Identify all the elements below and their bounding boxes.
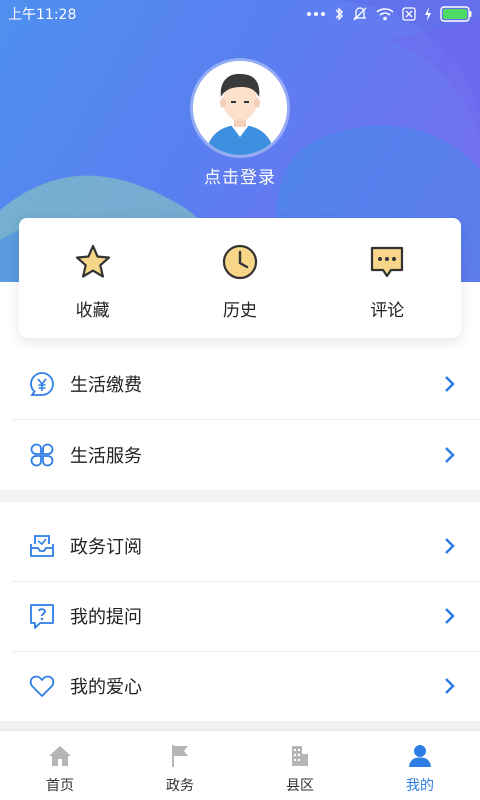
tab-mine[interactable]: 我的 <box>360 731 480 800</box>
clock-icon <box>220 242 260 282</box>
menu-item-gov-subscription[interactable]: 政务订阅 <box>0 510 480 581</box>
clover-service-icon <box>28 441 56 469</box>
comments-label: 评论 <box>370 301 405 321</box>
heart-icon <box>28 672 56 700</box>
question-bubble-icon <box>28 602 56 630</box>
section-gap <box>0 721 480 730</box>
charging-icon <box>424 7 432 21</box>
status-bar: 上午11:28 <box>0 0 480 28</box>
wifi-icon <box>376 7 394 21</box>
favorites-label: 收藏 <box>75 301 110 321</box>
menu-label-life-services: 生活服务 <box>70 445 142 467</box>
history-label: 历史 <box>222 301 257 321</box>
chevron-right-icon <box>445 607 455 624</box>
menu-item-life-payment[interactable]: 生活缴费 <box>0 348 480 419</box>
chevron-right-icon <box>445 375 455 392</box>
menu-label-life-payment: 生活缴费 <box>70 374 142 396</box>
tab-label-mine: 我的 <box>406 778 434 794</box>
avatar[interactable] <box>193 61 287 155</box>
battery-icon <box>440 6 472 22</box>
menu-label-gov-subscription: 政务订阅 <box>70 536 142 558</box>
tab-label-county: 县区 <box>286 778 314 794</box>
mute-icon <box>352 6 368 22</box>
tab-label-government: 政务 <box>166 778 194 794</box>
home-icon <box>47 743 73 769</box>
more-dots-icon <box>306 11 326 17</box>
menu-group-life: 生活缴费 生活服务 <box>0 348 480 490</box>
menu-item-life-services[interactable]: 生活服务 <box>0 419 480 490</box>
chevron-right-icon <box>445 677 455 694</box>
chevron-right-icon <box>445 537 455 554</box>
user-icon <box>407 743 433 769</box>
tab-home[interactable]: 首页 <box>0 731 120 800</box>
inbox-subscribe-icon <box>28 532 56 560</box>
menu-item-my-questions[interactable]: 我的提问 <box>0 581 480 650</box>
chevron-right-icon <box>445 446 455 463</box>
tab-label-home: 首页 <box>46 778 74 794</box>
building-icon <box>287 743 313 769</box>
star-icon <box>73 242 113 282</box>
comments-button[interactable]: 评论 <box>314 218 461 338</box>
yuan-payment-icon <box>28 370 56 398</box>
menu-item-my-love[interactable]: 我的爱心 <box>0 650 480 721</box>
section-gap <box>0 490 480 502</box>
sim-icon <box>402 7 416 21</box>
tab-county[interactable]: 县区 <box>240 731 360 800</box>
menu-group-personal: 政务订阅 我的提问 我的爱心 <box>0 510 480 721</box>
status-time: 上午11:28 <box>8 7 77 23</box>
flag-icon <box>167 743 193 769</box>
menu-label-my-questions: 我的提问 <box>70 606 142 628</box>
bottom-nav: 首页 政务 县区 我的 <box>0 730 480 800</box>
login-link[interactable]: 点击登录 <box>0 163 480 188</box>
comment-icon <box>367 242 407 282</box>
favorites-button[interactable]: 收藏 <box>19 218 166 338</box>
quick-actions-card: 收藏 历史 评论 <box>19 218 461 338</box>
menu-label-my-love: 我的爱心 <box>70 676 142 698</box>
history-button[interactable]: 历史 <box>166 218 313 338</box>
bluetooth-icon <box>334 7 344 21</box>
tab-government[interactable]: 政务 <box>120 731 240 800</box>
